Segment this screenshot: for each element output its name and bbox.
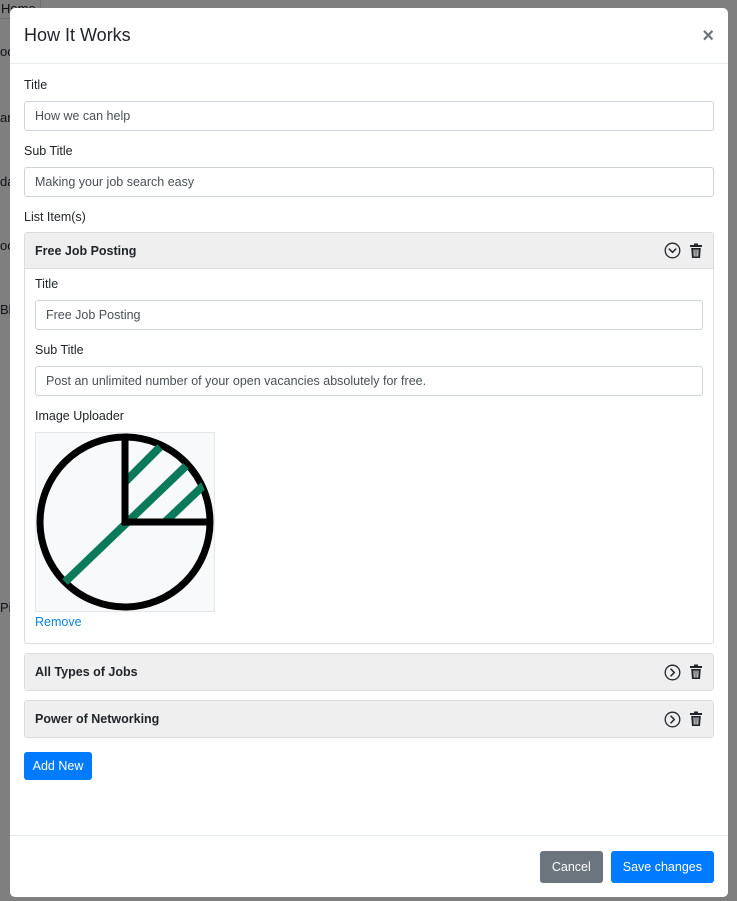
- image-uploader-label: Image Uploader: [35, 409, 124, 423]
- list-item-heading: Free Job Posting: [35, 243, 137, 258]
- title-group: Title: [24, 78, 714, 144]
- uploaded-image-preview[interactable]: [35, 432, 215, 612]
- list-item-header[interactable]: Power of Networking: [25, 701, 713, 737]
- list-item-header[interactable]: All Types of Jobs: [25, 654, 713, 690]
- list-item-actions: [664, 711, 703, 728]
- modal-footer: Cancel Save changes: [10, 835, 728, 897]
- modal-title: How It Works: [24, 25, 131, 45]
- list-item-heading: Power of Networking: [35, 712, 160, 726]
- list-item-body: Title Sub Title Image Uploader: [25, 269, 713, 643]
- pie-chart-icon: [36, 433, 214, 611]
- chevron-right-icon[interactable]: [664, 711, 681, 728]
- add-new-button[interactable]: Add New: [24, 752, 92, 780]
- modal-body: Title Sub Title List Item(s) Free Job Po…: [10, 64, 728, 780]
- list-item: Free Job Posting Title Sub Title Image U…: [24, 232, 714, 644]
- title-input[interactable]: [24, 101, 714, 131]
- subtitle-label: Sub Title: [24, 144, 73, 158]
- list-item: Power of Networking: [24, 700, 714, 738]
- chevron-right-icon[interactable]: [664, 664, 681, 681]
- save-changes-button[interactable]: Save changes: [610, 850, 714, 883]
- list-item: All Types of Jobs: [24, 653, 714, 691]
- close-icon[interactable]: ×: [702, 26, 714, 46]
- cancel-button[interactable]: Cancel: [539, 850, 603, 883]
- subtitle-group: Sub Title: [24, 144, 714, 210]
- trash-icon[interactable]: [689, 243, 703, 259]
- list-items-label: List Item(s): [24, 210, 86, 224]
- item-title-input[interactable]: [35, 300, 703, 330]
- chevron-down-icon[interactable]: [664, 242, 681, 259]
- list-item-actions: [664, 242, 703, 259]
- title-label: Title: [24, 78, 48, 92]
- item-subtitle-label: Sub Title: [35, 343, 84, 357]
- list-item-header[interactable]: Free Job Posting: [25, 233, 713, 269]
- remove-image-link[interactable]: Remove: [35, 615, 82, 629]
- how-it-works-modal: How It Works × Title Sub Title List Item…: [10, 8, 728, 897]
- modal-header: How It Works ×: [10, 8, 728, 64]
- item-subtitle-input[interactable]: [35, 366, 703, 396]
- trash-icon[interactable]: [689, 711, 703, 727]
- subtitle-input[interactable]: [24, 167, 714, 197]
- list-item-actions: [664, 664, 703, 681]
- item-title-label: Title: [35, 277, 59, 291]
- trash-icon[interactable]: [689, 664, 703, 680]
- list-item-heading: All Types of Jobs: [35, 665, 138, 679]
